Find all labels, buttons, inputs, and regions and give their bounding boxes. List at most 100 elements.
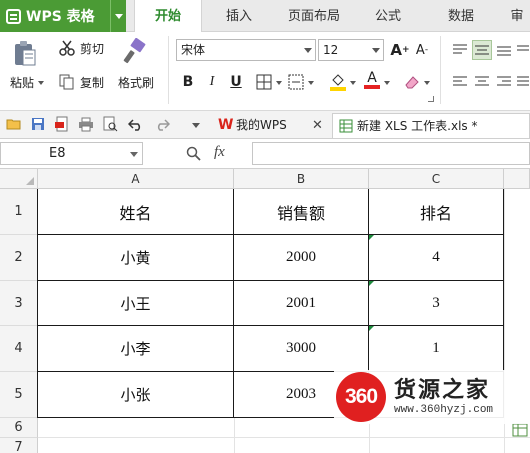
row-header-4[interactable]: 4 — [0, 326, 38, 372]
zoom-lookup-icon[interactable] — [186, 146, 202, 162]
align-bottom-button[interactable] — [494, 40, 514, 60]
cut-label: 剪切 — [80, 42, 105, 56]
formula-input[interactable] — [252, 142, 530, 165]
cell-b1[interactable]: 销售额 — [234, 189, 369, 235]
cell-a2[interactable]: 小黄 — [38, 235, 234, 281]
row-header-2[interactable]: 2 — [0, 235, 38, 281]
customize-toolbar-icon[interactable] — [192, 123, 200, 128]
tab-home[interactable]: 开始 — [134, 0, 202, 33]
row-header-5[interactable]: 5 — [0, 372, 38, 418]
format-painter-label[interactable]: 格式刷 — [118, 74, 154, 91]
align-top-button[interactable] — [450, 40, 470, 60]
font-color-dropdown-icon[interactable] — [384, 81, 390, 85]
align-left-button[interactable] — [450, 72, 470, 92]
fill-color-button[interactable] — [328, 72, 348, 92]
align-right-button[interactable] — [494, 72, 514, 92]
font-size-select[interactable]: 12 — [318, 39, 384, 61]
merge-dropdown-icon[interactable] — [308, 81, 314, 85]
save-icon[interactable] — [30, 116, 46, 132]
wrap-text-button[interactable] — [516, 40, 530, 60]
select-all-corner[interactable] — [0, 169, 38, 189]
underline-button[interactable]: U — [226, 72, 246, 92]
clear-format-button[interactable] — [402, 72, 422, 92]
row-header-7[interactable]: 7 — [0, 438, 38, 453]
copy-button[interactable]: 复制 — [58, 72, 110, 92]
app-title: WPS 表格 — [26, 9, 95, 25]
cut-button[interactable]: 剪切 — [58, 38, 106, 58]
cell-c4[interactable]: 1 — [369, 326, 504, 372]
merge-cells-icon — [288, 74, 304, 90]
watermark-logo: 360 货源之家 www.360hyzj.com — [334, 370, 530, 424]
cell-a5[interactable]: 小张 — [38, 372, 234, 418]
paste-label[interactable]: 粘贴 — [10, 74, 34, 91]
app-menu-dropdown-icon[interactable] — [110, 0, 126, 32]
print-preview-icon[interactable] — [102, 116, 118, 132]
print-icon[interactable] — [78, 116, 94, 132]
scissors-icon — [59, 40, 75, 56]
align-right-icon — [497, 76, 511, 86]
clear-format-dropdown-icon[interactable] — [424, 81, 430, 85]
column-header-b[interactable]: B — [234, 169, 369, 189]
font-dialog-launcher-icon[interactable] — [428, 96, 434, 102]
justify-button[interactable] — [516, 72, 530, 92]
grow-font-button[interactable]: A + — [390, 40, 410, 60]
column-header-c[interactable]: C — [369, 169, 504, 189]
redo-icon[interactable] — [154, 116, 170, 132]
row-header-1[interactable]: 1 — [0, 189, 38, 235]
cell-a3[interactable]: 小王 — [38, 281, 234, 326]
font-color-button[interactable]: A — [362, 70, 382, 90]
tab-page-layout[interactable]: 页面布局 — [276, 0, 352, 32]
app-menu-button[interactable]: WPS 表格 — [0, 0, 126, 32]
bold-button[interactable]: B — [178, 72, 198, 92]
doc-tab-my-wps[interactable]: W 我的WPS ✕ — [212, 113, 330, 138]
export-pdf-icon[interactable] — [54, 116, 70, 132]
italic-button[interactable]: I — [202, 72, 222, 92]
font-color-icon: A — [367, 70, 377, 86]
cell-a4[interactable]: 小李 — [38, 326, 234, 372]
cell-a1[interactable]: 姓名 — [38, 189, 234, 235]
cell-c3[interactable]: 3 — [369, 281, 504, 326]
fill-color-dropdown-icon[interactable] — [350, 81, 356, 85]
align-top-icon — [453, 44, 467, 54]
cell-b2[interactable]: 2000 — [234, 235, 369, 281]
paste-dropdown-icon[interactable] — [38, 81, 44, 85]
cell-b3[interactable]: 2001 — [234, 281, 369, 326]
shrink-font-button[interactable]: A- — [412, 40, 432, 60]
font-size-value: 12 — [323, 43, 339, 57]
tab-formulas[interactable]: 公式 — [360, 0, 416, 32]
tab-review[interactable]: 审 — [504, 0, 530, 32]
border-dropdown-icon[interactable] — [276, 81, 282, 85]
merge-button[interactable] — [286, 72, 306, 92]
quick-access-toolbar: W 我的WPS ✕ 新建 XLS 工作表.xls * — [0, 111, 530, 139]
tab-data[interactable]: 数据 — [430, 0, 492, 32]
column-header-a[interactable]: A — [38, 169, 234, 189]
row-header-6[interactable]: 6 — [0, 418, 38, 438]
open-folder-icon[interactable] — [6, 116, 22, 132]
font-name-select[interactable]: 宋体 — [176, 39, 316, 61]
insert-function-button[interactable]: fx — [214, 144, 225, 161]
number-as-text-indicator-icon — [369, 235, 374, 240]
row-header-3[interactable]: 3 — [0, 281, 38, 326]
wrap-text-icon — [517, 45, 529, 51]
cell-c2[interactable]: 4 — [369, 235, 504, 281]
format-painter-button[interactable] — [122, 37, 148, 68]
align-middle-button[interactable] — [472, 40, 492, 60]
cell-b4[interactable]: 3000 — [234, 326, 369, 372]
sheet-options-icon[interactable] — [512, 423, 528, 437]
number-as-text-indicator-icon — [369, 281, 374, 286]
border-button[interactable] — [254, 72, 274, 92]
eraser-icon — [405, 76, 419, 89]
doc-tab-active-workbook[interactable]: 新建 XLS 工作表.xls * — [332, 113, 530, 138]
close-icon[interactable]: ✕ — [312, 113, 323, 138]
ribbon-separator — [168, 36, 169, 104]
name-box[interactable]: E8 — [0, 142, 143, 165]
align-center-button[interactable] — [472, 72, 492, 92]
cell-c1[interactable]: 排名 — [369, 189, 504, 235]
bold-icon: B — [182, 74, 194, 90]
paste-button[interactable] — [12, 40, 38, 68]
tab-insert[interactable]: 插入 — [210, 0, 268, 32]
border-icon — [256, 74, 272, 90]
undo-icon[interactable] — [128, 116, 144, 132]
column-header-d[interactable] — [504, 169, 530, 189]
doc-tab-label: 我的WPS — [236, 118, 287, 132]
